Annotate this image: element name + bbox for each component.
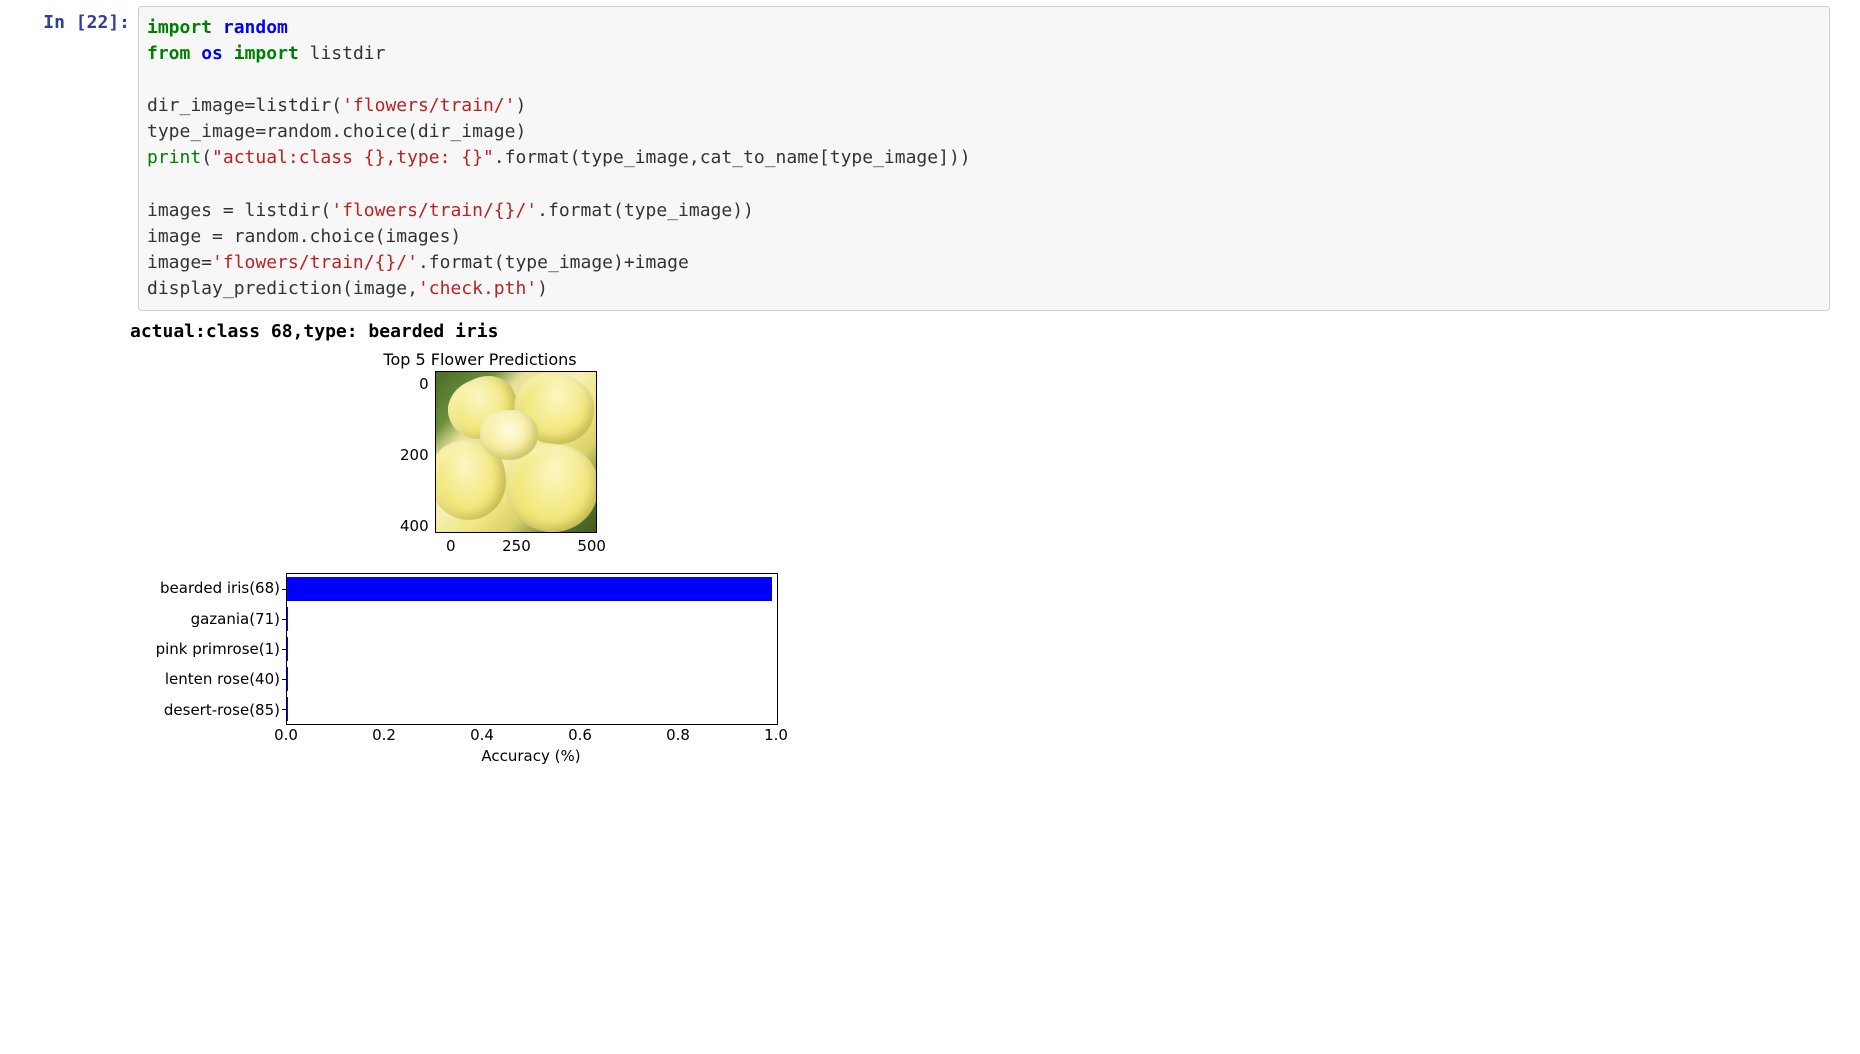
name-listdir: listdir <box>310 43 386 64</box>
code-block[interactable]: import random from os import listdir dir… <box>147 15 1821 302</box>
bar <box>287 577 772 601</box>
image-xtick: 250 <box>502 537 531 555</box>
output-prompt-spacer <box>12 315 130 765</box>
stdout-line: actual:class 68,type: bearded iris <box>130 321 1848 342</box>
input-prompt: In [22]: <box>12 6 138 33</box>
image-ytick: 200 <box>400 446 429 464</box>
bar-ylabel: lenten rose(40) <box>165 665 280 693</box>
image-xtick: 500 <box>577 537 606 555</box>
bar-ylabel: gazania(71) <box>191 605 280 633</box>
image-ytick: 0 <box>400 375 429 393</box>
mod-os: os <box>201 43 223 64</box>
bar <box>287 607 288 631</box>
bar-xlabel: Accuracy (%) <box>286 745 776 765</box>
bar-ylabel: desert-rose(85) <box>164 696 280 724</box>
image-yaxis: 0 200 400 <box>400 371 435 535</box>
code-input-area[interactable]: import random from os import listdir dir… <box>138 6 1830 311</box>
figure-title: Top 5 Flower Predictions <box>350 350 610 369</box>
bar-ylabel: bearded iris(68) <box>160 574 280 602</box>
bar-xtick: 0.6 <box>568 726 592 744</box>
bar-axes <box>286 573 778 725</box>
image-xtick: 0 <box>446 537 456 555</box>
bar-ylabel: pink primrose(1) <box>156 635 280 663</box>
image-xaxis: 0 250 500 <box>446 535 606 555</box>
output-body: actual:class 68,type: bearded iris Top 5… <box>130 315 1848 765</box>
petal-shape <box>480 410 538 460</box>
matplotlib-figure: Top 5 Flower Predictions 0 200 400 0 250 <box>130 350 1010 765</box>
bar-subplot: bearded iris(68) gazania(71)pink primrose… <box>130 573 1010 725</box>
bar <box>287 637 288 661</box>
kw-import2: import <box>234 43 299 64</box>
image-ytick: 400 <box>400 517 429 535</box>
bar-xtick: 0.0 <box>274 726 298 744</box>
kw-from: from <box>147 43 190 64</box>
kw-import: import <box>147 17 212 38</box>
bar-xtick: 0.2 <box>372 726 396 744</box>
mod-random: random <box>223 17 288 38</box>
flower-image <box>435 371 597 533</box>
bar-ylabels: bearded iris(68) gazania(71)pink primrose… <box>130 573 286 725</box>
bar-xtick: 1.0 <box>764 726 788 744</box>
image-subplot: 0 200 400 <box>400 371 1010 535</box>
bar-xaxis: 0.00.20.40.60.81.0 <box>286 725 776 745</box>
output-cell: actual:class 68,type: bearded iris Top 5… <box>0 311 1860 777</box>
bar-xtick: 0.8 <box>666 726 690 744</box>
bar <box>287 697 288 721</box>
bar-xtick: 0.4 <box>470 726 494 744</box>
code-cell: In [22]: import random from os import li… <box>0 0 1860 311</box>
bar <box>287 667 288 691</box>
